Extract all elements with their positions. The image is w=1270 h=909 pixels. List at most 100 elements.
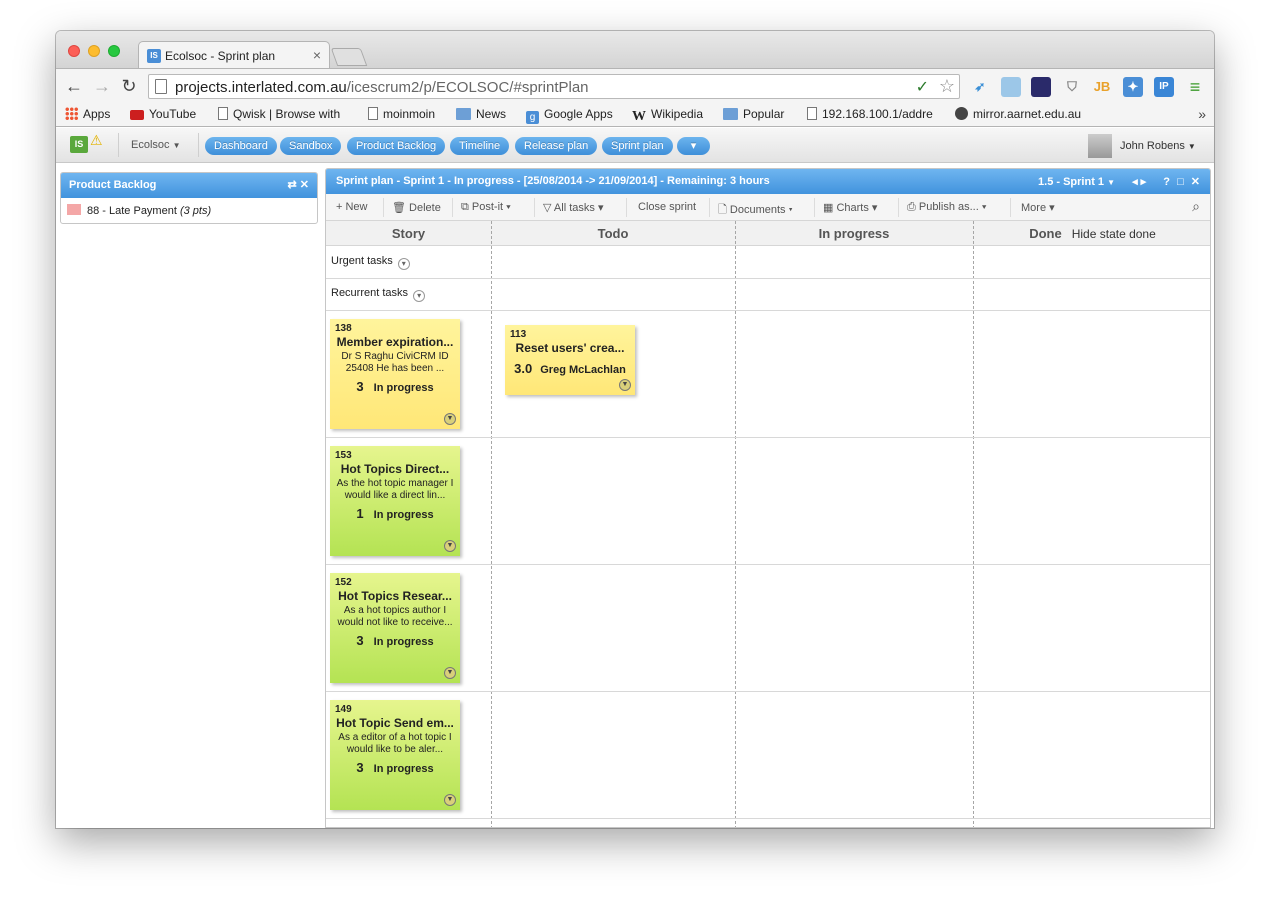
story-postit[interactable]: 138 Member expiration... Dr S Raghu Civi… [330, 319, 460, 429]
close-window-button[interactable] [68, 45, 80, 57]
bookmark-popular[interactable]: Popular [723, 107, 784, 121]
warning-icon[interactable]: ⚠ [90, 132, 103, 149]
story-postit[interactable]: 149 Hot Topic Send em... As a editor of … [330, 700, 460, 810]
story-points: 3 [356, 760, 364, 775]
story-description: As the hot topic manager I would like a … [336, 478, 454, 501]
chevron-down-icon[interactable]: ▼ [444, 540, 456, 552]
task-postit[interactable]: 113 Reset users' crea... 3.0 Greg McLachl… [505, 325, 635, 395]
more-dropdown[interactable]: More ▾ [1021, 201, 1055, 214]
bookmark-news[interactable]: News [456, 107, 506, 121]
bookmark-star-icon[interactable]: ☆ [939, 76, 955, 97]
translate-icon[interactable]: ✓ [916, 77, 929, 97]
more-bookmarks-icon[interactable]: » [1198, 106, 1206, 122]
search-icon[interactable]: ⌕ [1192, 198, 1200, 215]
bookmark-wikipedia[interactable]: W Wikipedia [632, 107, 703, 125]
nav-release-plan[interactable]: Release plan [515, 137, 598, 155]
chevron-down-icon[interactable]: ▼ [444, 667, 456, 679]
story-points: 1 [356, 506, 364, 521]
extension-shield-icon[interactable]: ⛉ [1062, 77, 1082, 97]
nav-sandbox[interactable]: Sandbox [280, 137, 342, 155]
chevron-down-icon[interactable]: ▼ [619, 379, 631, 391]
extension-landscape-icon[interactable] [1001, 77, 1021, 97]
task-owner: Greg McLachlan [540, 364, 626, 376]
urgent-tasks-lane[interactable]: Urgent tasks ▾ [331, 255, 410, 270]
documents-dropdown[interactable]: 🗋 Documents ▾ [718, 201, 793, 220]
user-menu[interactable]: John Robens ▼ [1088, 134, 1198, 158]
story-postit[interactable]: 152 Hot Topics Resear... As a hot topics… [330, 573, 460, 683]
backlog-item[interactable]: 88 - Late Payment (3 pts) [61, 198, 317, 223]
story-postit[interactable]: 153 Hot Topics Direct... As the hot topi… [330, 446, 460, 556]
extension-ip-icon[interactable]: IP [1154, 77, 1174, 97]
nav-sprint-plan[interactable]: Sprint plan [602, 137, 673, 155]
help-icon[interactable]: ? [1163, 176, 1170, 188]
browser-toolbar: ← → ↻ projects.interlated.com.au/icescru… [56, 68, 1214, 103]
close-sprint-button[interactable]: Close sprint [638, 201, 696, 213]
charts-dropdown[interactable]: ▦ Charts ▾ [823, 201, 877, 214]
bookmark-qwisk[interactable]: Qwisk | Browse with [218, 107, 340, 121]
bookmark-google-apps[interactable]: g Google Apps [526, 107, 613, 124]
task-title: Reset users' crea... [515, 341, 625, 355]
reload-icon[interactable]: ↻ [119, 76, 139, 97]
forward-icon[interactable]: → [92, 76, 112, 97]
close-icon[interactable]: ✕ [1191, 176, 1200, 188]
app-logo[interactable]: IS [70, 136, 88, 153]
chevron-down-icon[interactable]: ▼ [444, 794, 456, 806]
bookmark-router[interactable]: 192.168.100.1/addre [807, 107, 933, 121]
tab-close-icon[interactable]: × [313, 47, 321, 63]
prev-next-icon[interactable]: ◂ ▸ [1132, 176, 1146, 188]
browser-window: IS Ecolsoc - Sprint plan × ← → ↻ project… [56, 31, 1214, 828]
swap-icon[interactable]: ⇄ [288, 179, 297, 191]
row-divider [326, 310, 1210, 311]
bookmark-mirror[interactable]: mirror.aarnet.edu.au [955, 107, 1081, 121]
avatar [1088, 134, 1112, 158]
new-button[interactable]: + New [336, 201, 368, 213]
delete-button[interactable]: 🗑 Delete [392, 201, 441, 214]
story-points: 3 [356, 633, 364, 648]
nav-product-backlog[interactable]: Product Backlog [347, 137, 446, 155]
bookmark-apps[interactable]: Apps [65, 107, 110, 121]
page-icon [807, 107, 817, 120]
story-state: In progress [373, 509, 434, 521]
new-tab-button[interactable] [330, 48, 368, 66]
story-title: Hot Topics Direct... [340, 462, 450, 476]
chart-icon: ▦ [823, 202, 837, 214]
divider [814, 198, 815, 217]
nav-timeline[interactable]: Timeline [450, 137, 510, 155]
sprint-header: Sprint plan - Sprint 1 - In progress - [… [326, 169, 1210, 194]
hide-done-toggle[interactable]: Hide state done [1072, 227, 1156, 241]
extension-bird-icon[interactable]: ➶ [970, 77, 990, 97]
divider [452, 198, 453, 217]
taskboard: Story Todo In progress Done Hide state do… [326, 221, 1210, 827]
bookmark-moinmoin[interactable]: moinmoin [368, 107, 435, 121]
story-id: 152 [335, 577, 352, 588]
story-description: As a hot topics author I would not like … [337, 605, 453, 628]
user-name: John Robens ▼ [1120, 140, 1196, 152]
all-tasks-filter[interactable]: ▽ All tasks ▾ [543, 201, 603, 214]
sprint-selector[interactable]: 1.5 - Sprint 1 ▼ [1038, 176, 1115, 188]
story-title: Member expiration... [336, 335, 454, 349]
menu-icon[interactable]: ≡ [1185, 77, 1205, 97]
extension-puzzle-icon[interactable]: ✦ [1123, 77, 1143, 97]
extension-jb-icon[interactable]: JB [1092, 77, 1112, 97]
bookmark-youtube[interactable]: YouTube [130, 107, 196, 121]
maximize-icon[interactable]: □ [1177, 176, 1184, 188]
nav-more-dropdown[interactable]: ▾ [677, 137, 710, 155]
nav-dashboard[interactable]: Dashboard [205, 137, 277, 155]
sprint-title: Sprint plan - Sprint 1 - In progress - [… [336, 175, 770, 187]
close-icon[interactable]: ✕ [300, 179, 309, 191]
extension-dark-icon[interactable] [1031, 77, 1051, 97]
back-icon[interactable]: ← [64, 76, 84, 97]
project-selector[interactable]: Ecolsoc ▼ [131, 139, 181, 151]
address-bar[interactable]: projects.interlated.com.au/icescrum2/p/E… [148, 74, 960, 99]
chevron-down-icon[interactable]: ▾ [397, 258, 410, 270]
chevron-down-icon[interactable]: ▼ [444, 413, 456, 425]
zoom-window-button[interactable] [108, 45, 120, 57]
chevron-down-icon[interactable]: ▾ [413, 290, 426, 302]
task-estimate: 3.0 [514, 361, 533, 376]
browser-tab[interactable]: IS Ecolsoc - Sprint plan × [138, 41, 330, 68]
publish-dropdown[interactable]: ⎙ Publish as... ▾ [907, 201, 986, 214]
recurrent-tasks-lane[interactable]: Recurrent tasks ▾ [331, 287, 426, 302]
postit-dropdown[interactable]: ⧉ Post-it ▾ [461, 201, 511, 214]
column-divider [973, 221, 974, 827]
minimize-window-button[interactable] [88, 45, 100, 57]
